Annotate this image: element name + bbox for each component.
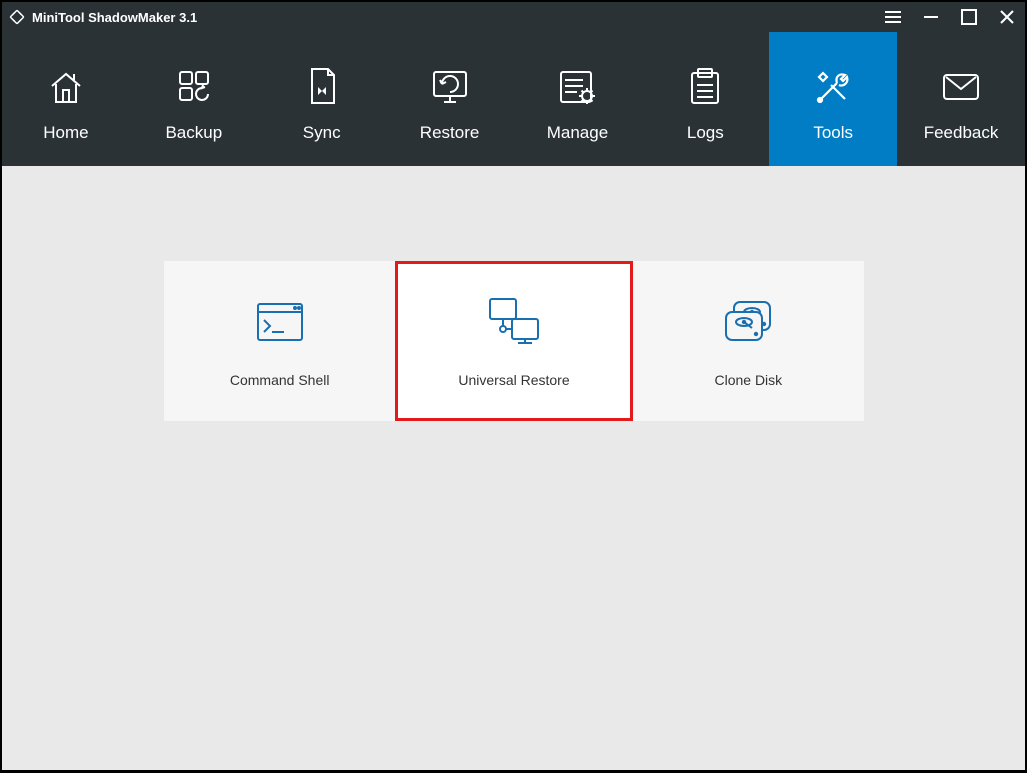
nav-label: Logs xyxy=(687,123,724,143)
app-logo-icon xyxy=(8,8,26,26)
nav-label: Backup xyxy=(165,123,222,143)
nav-home[interactable]: Home xyxy=(2,32,130,166)
nav-manage[interactable]: Manage xyxy=(514,32,642,166)
home-icon xyxy=(46,65,86,109)
nav-sync[interactable]: Sync xyxy=(258,32,386,166)
nav-feedback[interactable]: Feedback xyxy=(897,32,1025,166)
window-controls xyxy=(881,5,1019,29)
nav-restore[interactable]: Restore xyxy=(386,32,514,166)
nav-label: Manage xyxy=(547,123,608,143)
command-shell-icon xyxy=(254,294,306,350)
content-area: Command Shell Universal Restore xyxy=(2,166,1025,770)
maximize-button[interactable] xyxy=(957,5,981,29)
clone-disk-icon xyxy=(720,294,776,350)
card-label: Command Shell xyxy=(230,372,330,388)
card-clone-disk[interactable]: Clone Disk xyxy=(633,261,864,421)
titlebar: MiniTool ShadowMaker 3.1 xyxy=(2,2,1025,32)
card-command-shell[interactable]: Command Shell xyxy=(164,261,395,421)
nav-logs[interactable]: Logs xyxy=(641,32,769,166)
app-window: MiniTool ShadowMaker 3.1 xyxy=(1,1,1026,771)
nav-label: Restore xyxy=(420,123,480,143)
app-title: MiniTool ShadowMaker 3.1 xyxy=(32,10,197,25)
card-universal-restore[interactable]: Universal Restore xyxy=(395,261,632,421)
sync-icon xyxy=(306,65,338,109)
restore-icon xyxy=(428,65,472,109)
backup-icon xyxy=(174,65,214,109)
universal-restore-icon xyxy=(482,294,546,350)
manage-icon xyxy=(557,65,597,109)
nav-label: Home xyxy=(43,123,88,143)
card-label: Clone Disk xyxy=(714,372,782,388)
nav-label: Tools xyxy=(813,123,853,143)
nav-label: Feedback xyxy=(924,123,999,143)
menu-button[interactable] xyxy=(881,5,905,29)
close-button[interactable] xyxy=(995,5,1019,29)
nav-backup[interactable]: Backup xyxy=(130,32,258,166)
logs-icon xyxy=(688,65,722,109)
nav-label: Sync xyxy=(303,123,341,143)
card-label: Universal Restore xyxy=(458,372,569,388)
main-nav: Home Backup xyxy=(2,32,1025,166)
tools-icon xyxy=(813,65,853,109)
nav-tools[interactable]: Tools xyxy=(769,32,897,166)
minimize-button[interactable] xyxy=(919,5,943,29)
tools-card-row: Command Shell Universal Restore xyxy=(164,261,864,421)
feedback-icon xyxy=(940,65,982,109)
